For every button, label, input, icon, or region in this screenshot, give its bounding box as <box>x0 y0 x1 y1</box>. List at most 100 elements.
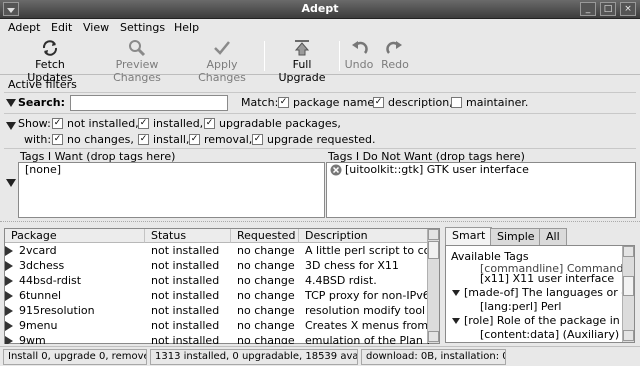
tags-want-item[interactable]: [none] <box>25 163 61 176</box>
package-status: not installed <box>151 244 220 257</box>
show-upgradable-label: upgradable packages, <box>219 117 341 130</box>
preview-changes-button[interactable]: Preview Changes <box>94 39 180 84</box>
scroll-thumb[interactable] <box>623 276 634 296</box>
remove-tag-icon[interactable] <box>330 164 342 176</box>
tags-want-dropzone[interactable]: [none] <box>18 162 325 218</box>
apply-changes-button[interactable]: Apply Changes <box>184 39 260 84</box>
tab-smart[interactable]: Smart <box>445 227 493 245</box>
table-row[interactable]: 44bsd-rdist not installed no change 4.4B… <box>5 273 435 288</box>
package-list-scrollbar[interactable] <box>427 229 439 343</box>
scroll-down-button[interactable] <box>428 331 439 342</box>
show-filter-panel: Show: ✓ not installed, ✓ installed, ✓ up… <box>4 113 636 147</box>
package-requested: no change <box>237 274 295 287</box>
tag-tree-item[interactable]: [role] Role of the package in t... <box>464 314 634 327</box>
show-upgradable-checkbox[interactable]: ✓ <box>204 118 215 129</box>
column-header-status[interactable]: Status <box>145 229 231 243</box>
status-counts: 1313 installed, 0 upgradable, 18539 avai… <box>150 349 358 365</box>
menu-settings[interactable]: Settings <box>120 21 165 34</box>
tag-tree-item[interactable]: [content:data] (Auxiliary) A... <box>480 328 634 341</box>
expand-arrow-icon[interactable] <box>452 318 460 324</box>
menu-adept[interactable]: Adept <box>8 21 40 34</box>
redo-button[interactable]: Redo <box>380 39 410 73</box>
tags-dont-want-dropzone[interactable]: [uitoolkit::gtk] GTK user interface <box>326 162 636 218</box>
show-installed-checkbox[interactable]: ✓ <box>138 118 149 129</box>
pane-splitter[interactable] <box>0 221 640 225</box>
table-row[interactable]: 9wm not installed no change emulation of… <box>5 333 435 344</box>
package-requested: no change <box>237 304 295 317</box>
menu-edit[interactable]: Edit <box>51 21 72 34</box>
tags-dont-want-item[interactable]: [uitoolkit::gtk] GTK user interface <box>345 163 529 176</box>
package-description: emulation of the Plan 9... <box>305 334 429 344</box>
expand-arrow-icon[interactable] <box>452 290 460 296</box>
expand-arrow-icon[interactable] <box>5 336 13 344</box>
expand-arrow-icon[interactable] <box>5 306 13 316</box>
package-description: TCP proxy for non-IPv6 ... <box>305 289 429 302</box>
package-status: not installed <box>151 319 220 332</box>
scroll-up-button[interactable] <box>623 246 634 257</box>
match-package-name-label: package name, <box>293 96 378 109</box>
upgrade-icon <box>294 40 310 56</box>
with-no-changes-checkbox[interactable]: ✓ <box>52 134 63 145</box>
package-status: not installed <box>151 289 220 302</box>
match-maintainer-checkbox[interactable] <box>451 97 462 108</box>
expand-arrow-icon[interactable] <box>5 291 13 301</box>
table-row[interactable]: 9menu not installed no change Creates X … <box>5 318 435 333</box>
tag-tree-item[interactable]: [lang:perl] Perl <box>480 300 561 313</box>
column-header-requested[interactable]: Requested <box>231 229 299 243</box>
package-requested: no change <box>237 259 295 272</box>
collapse-arrow-icon[interactable] <box>6 122 16 130</box>
with-upgrade-requested-checkbox[interactable]: ✓ <box>252 134 263 145</box>
with-no-changes-label: no changes, <box>67 133 134 146</box>
tag-tree-item[interactable]: [made-of] The languages or d... <box>464 286 634 299</box>
tab-simple[interactable]: Simple <box>490 228 542 245</box>
fetch-updates-button[interactable]: Fetch Updates <box>12 39 88 84</box>
match-package-name-checkbox[interactable]: ✓ <box>278 97 289 108</box>
search-label: Search: <box>18 96 65 109</box>
package-name: 2vcard <box>19 244 57 257</box>
table-row[interactable]: 915resolution not installed no change re… <box>5 303 435 318</box>
expand-arrow-icon[interactable] <box>5 261 13 271</box>
tab-all[interactable]: All <box>539 228 567 245</box>
column-header-description[interactable]: Description <box>299 229 428 243</box>
toolbar-separator <box>264 41 265 71</box>
menu-help[interactable]: Help <box>174 21 199 34</box>
show-not-installed-checkbox[interactable]: ✓ <box>52 118 63 129</box>
minimize-button[interactable]: _ <box>580 2 596 16</box>
show-installed-label: installed, <box>153 117 204 130</box>
menu-view[interactable]: View <box>83 21 109 34</box>
scroll-down-button[interactable] <box>623 330 634 341</box>
table-row[interactable]: 3dchess not installed no change 3D chess… <box>5 258 435 273</box>
with-upgrade-requested-label: upgrade requested. <box>267 133 376 146</box>
with-removal-checkbox[interactable]: ✓ <box>189 134 200 145</box>
package-status: not installed <box>151 259 220 272</box>
package-status: not installed <box>151 274 220 287</box>
match-description-label: description, <box>388 96 453 109</box>
collapse-arrow-icon[interactable] <box>6 99 16 107</box>
with-removal-label: removal, <box>204 133 253 146</box>
tag-tree-scrollbar[interactable] <box>622 246 634 342</box>
full-upgrade-button[interactable]: Full Upgrade <box>270 39 334 84</box>
undo-button[interactable]: Undo <box>344 39 374 73</box>
table-row[interactable]: 6tunnel not installed no change TCP prox… <box>5 288 435 303</box>
expand-arrow-icon[interactable] <box>5 246 13 256</box>
close-button[interactable]: × <box>620 2 636 16</box>
expand-arrow-icon[interactable] <box>5 321 13 331</box>
scroll-thumb[interactable] <box>428 241 439 259</box>
table-row[interactable]: 2vcard not installed no change A little … <box>5 243 435 258</box>
collapse-arrow-icon[interactable] <box>6 179 16 187</box>
package-name: 3dchess <box>19 259 65 272</box>
package-list: Package Status Requested Description 2vc… <box>4 228 440 344</box>
with-install-label: install, <box>153 133 190 146</box>
title-bar: Adept _ □ × <box>0 0 640 19</box>
scroll-up-button[interactable] <box>428 229 439 240</box>
tags-filter-panel: Tags I Want (drop tags here) Tags I Do N… <box>4 148 636 218</box>
with-install-checkbox[interactable]: ✓ <box>138 134 149 145</box>
maximize-button[interactable]: □ <box>600 2 616 16</box>
package-name: 6tunnel <box>19 289 62 302</box>
tag-tree-item[interactable]: [x11] X11 user interface <box>480 272 614 285</box>
search-input[interactable] <box>70 95 228 111</box>
match-description-checkbox[interactable]: ✓ <box>373 97 384 108</box>
expand-arrow-icon[interactable] <box>5 276 13 286</box>
column-header-package[interactable]: Package <box>5 229 145 243</box>
package-name: 9wm <box>19 334 46 344</box>
